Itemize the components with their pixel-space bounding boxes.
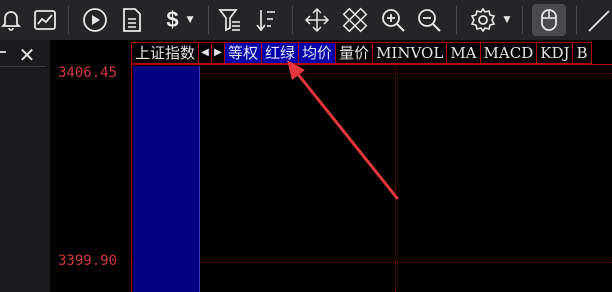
annotation-arrow-icon [287,60,399,200]
